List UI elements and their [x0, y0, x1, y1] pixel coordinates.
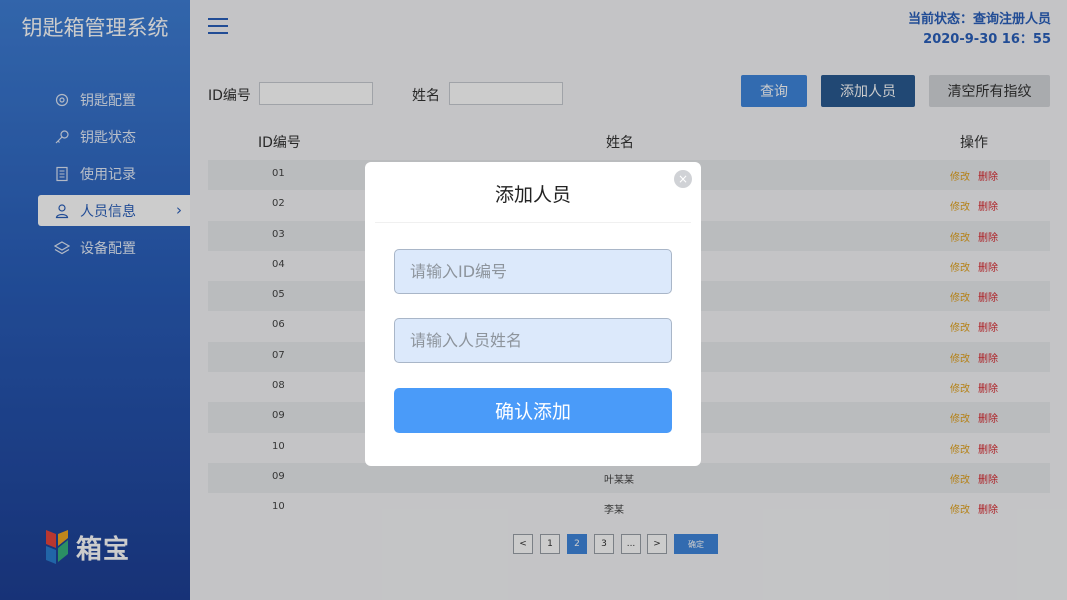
id-number-input[interactable] [394, 249, 672, 294]
modal-title: 添加人员 [494, 184, 571, 206]
close-icon[interactable]: × [674, 170, 692, 188]
person-name-input[interactable] [394, 318, 672, 363]
modal-divider [375, 222, 691, 223]
add-person-modal: 添加人员 × 确认添加 [365, 162, 701, 466]
confirm-add-button[interactable]: 确认添加 [394, 388, 672, 433]
